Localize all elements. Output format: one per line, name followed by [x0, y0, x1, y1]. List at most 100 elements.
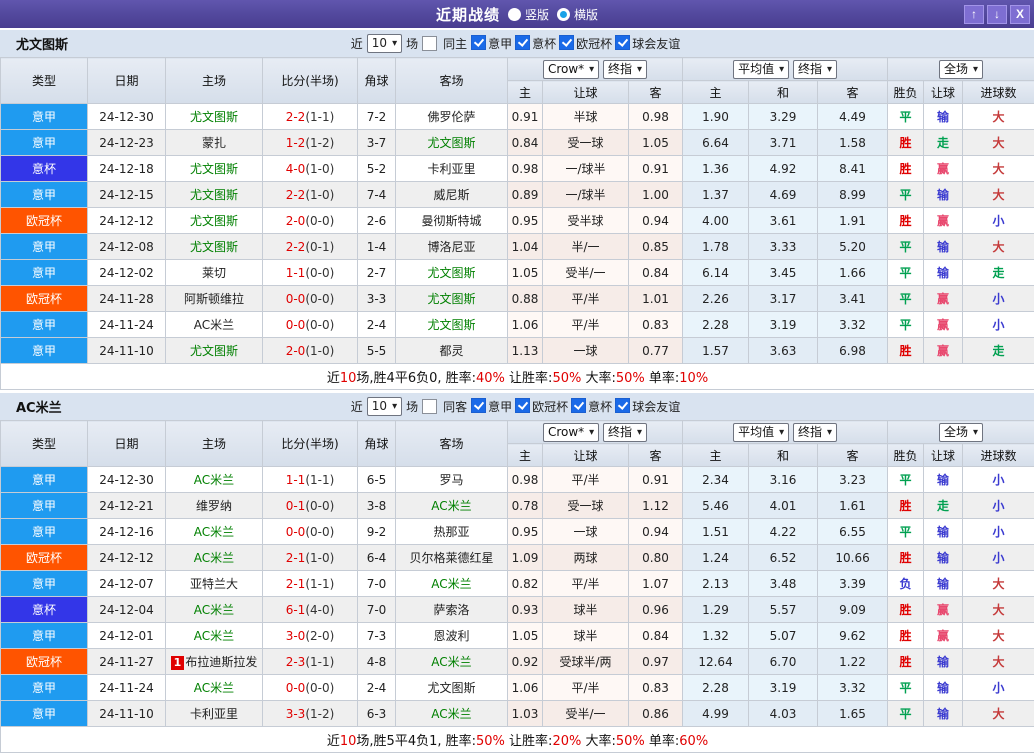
avg-away-odds: 6.98 [818, 338, 888, 364]
summary-segment: 场,胜4平6负0, 胜率: [356, 371, 476, 386]
league-checkbox[interactable] [571, 398, 586, 413]
home-team: AC米兰 [166, 675, 263, 701]
result-handicap: 输 [924, 675, 963, 701]
league-checkbox[interactable] [471, 398, 486, 413]
crow-final-select[interactable]: 终指▾ [603, 423, 647, 442]
league-checkbox[interactable] [615, 35, 630, 50]
avg-final-select[interactable]: 终指▾ [793, 60, 837, 79]
match-date: 24-12-23 [88, 130, 166, 156]
league-checkbox[interactable] [471, 35, 486, 50]
corner-count: 6-5 [358, 467, 396, 493]
avg-home-odds: 1.57 [683, 338, 749, 364]
crow-away-odds: 0.98 [629, 104, 683, 130]
match-count-select[interactable]: 10 ▾ [367, 397, 402, 416]
result-handicap: 输 [924, 649, 963, 675]
bookmaker-select[interactable]: Crow*▾ [543, 423, 599, 442]
radio-button-icon[interactable] [557, 8, 570, 21]
corner-count: 5-2 [358, 156, 396, 182]
handicap-line: 一球 [543, 519, 629, 545]
avg-away-odds: 8.41 [818, 156, 888, 182]
radio-button-icon[interactable] [508, 8, 521, 21]
match-date: 24-11-24 [88, 312, 166, 338]
bookmaker-select[interactable]: Crow*▾ [543, 60, 599, 79]
stats-summary: 近10场,胜5平4负1, 胜率:50% 让胜率:20% 大率:50% 单率:60… [1, 727, 1034, 753]
match-row: 意杯24-12-18尤文图斯4-0(1-0)5-2卡利亚里0.98一/球半0.9… [1, 156, 1034, 182]
sub-header-handicap-result: 让球 [924, 81, 963, 104]
match-row: 欧冠杯24-12-12AC米兰2-1(1-0)6-4贝尔格莱德红星1.09两球0… [1, 545, 1034, 571]
crow-home-odds: 0.78 [508, 493, 543, 519]
match-score: 2-3(1-1) [263, 649, 358, 675]
match-score: 6-1(4-0) [263, 597, 358, 623]
away-team: 贝尔格莱德红星 [396, 545, 508, 571]
result-goals: 大 [963, 156, 1034, 182]
result-goals: 走 [963, 260, 1034, 286]
same-venue-checkbox[interactable] [422, 36, 437, 51]
crow-home-odds: 0.84 [508, 130, 543, 156]
result-handicap: 走 [924, 130, 963, 156]
summary-segment: 50% [552, 371, 581, 386]
col-header-corner: 角球 [358, 421, 396, 467]
layout-radio-vertical[interactable]: 竖版 [508, 6, 549, 23]
home-team: 尤文图斯 [166, 234, 263, 260]
scope-select[interactable]: 全场▾ [939, 60, 983, 79]
summary-segment: 60% [679, 734, 708, 749]
match-row: 意甲24-12-16AC米兰0-0(0-0)9-2热那亚0.95一球0.941.… [1, 519, 1034, 545]
match-row: 意甲24-12-21维罗纳0-1(0-0)3-8AC米兰0.78受一球1.125… [1, 493, 1034, 519]
col-header-away: 客场 [396, 58, 508, 104]
avg-home-odds: 5.46 [683, 493, 749, 519]
summary-segment: 40% [476, 371, 505, 386]
red-card-badge: 1 [171, 656, 185, 670]
near-label: 近 [351, 35, 363, 52]
chevron-down-icon: ▾ [392, 398, 397, 415]
col-header-type: 类型 [1, 421, 88, 467]
stats-summary: 近10场,胜4平6负0, 胜率:40% 让胜率:50% 大率:50% 单率:10… [1, 364, 1034, 390]
average-select[interactable]: 平均值▾ [733, 60, 789, 79]
summary-segment: 10 [340, 734, 357, 749]
sub-header-avg-home: 主 [683, 444, 749, 467]
league-checkbox[interactable] [559, 35, 574, 50]
match-date: 24-12-12 [88, 545, 166, 571]
same-venue-checkbox[interactable] [422, 399, 437, 414]
layout-radio-horizontal[interactable]: 横版 [557, 6, 598, 23]
crow-away-odds: 1.05 [629, 130, 683, 156]
sub-header-avg-draw: 和 [749, 444, 818, 467]
crow-away-odds: 0.91 [629, 467, 683, 493]
avg-final-select[interactable]: 终指▾ [793, 423, 837, 442]
col-header-type: 类型 [1, 58, 88, 104]
close-button[interactable]: X [1010, 5, 1030, 24]
league-checkbox[interactable] [515, 35, 530, 50]
result-outcome: 负 [888, 571, 924, 597]
match-date: 24-12-01 [88, 623, 166, 649]
results-table: 类型 日期 主场 比分(半场) 角球 客场 Crow*▾ 终指▾ 平均值▾ 终指… [0, 420, 1034, 753]
result-goals: 大 [963, 104, 1034, 130]
match-score: 3-0(2-0) [263, 623, 358, 649]
crow-home-odds: 1.05 [508, 623, 543, 649]
result-outcome: 胜 [888, 545, 924, 571]
move-down-button[interactable]: ↓ [987, 5, 1007, 24]
games-label: 场 [406, 35, 418, 52]
match-row: 意甲24-12-23蒙扎1-2(1-2)3-7尤文图斯0.84受一球1.056.… [1, 130, 1034, 156]
summary-segment: 大率: [581, 734, 616, 749]
handicap-line: 球半 [543, 623, 629, 649]
avg-home-odds: 2.28 [683, 312, 749, 338]
move-up-button[interactable]: ↑ [964, 5, 984, 24]
crow-final-select[interactable]: 终指▾ [603, 60, 647, 79]
away-team: 都灵 [396, 338, 508, 364]
average-select[interactable]: 平均值▾ [733, 423, 789, 442]
col-header-home: 主场 [166, 58, 263, 104]
match-count-select[interactable]: 10 ▾ [367, 34, 402, 53]
league-checkbox[interactable] [515, 398, 530, 413]
match-date: 24-12-21 [88, 493, 166, 519]
result-outcome: 胜 [888, 649, 924, 675]
crow-away-odds: 1.12 [629, 493, 683, 519]
match-type-badge: 欧冠杯 [1, 286, 88, 312]
result-outcome: 胜 [888, 208, 924, 234]
league-checkbox[interactable] [615, 398, 630, 413]
result-goals: 小 [963, 208, 1034, 234]
avg-away-odds: 1.61 [818, 493, 888, 519]
match-score: 1-2(1-2) [263, 130, 358, 156]
avg-final-value: 终指 [798, 424, 822, 441]
page-title: 近期战绩 [436, 4, 500, 25]
scope-select[interactable]: 全场▾ [939, 423, 983, 442]
result-handicap: 输 [924, 701, 963, 727]
